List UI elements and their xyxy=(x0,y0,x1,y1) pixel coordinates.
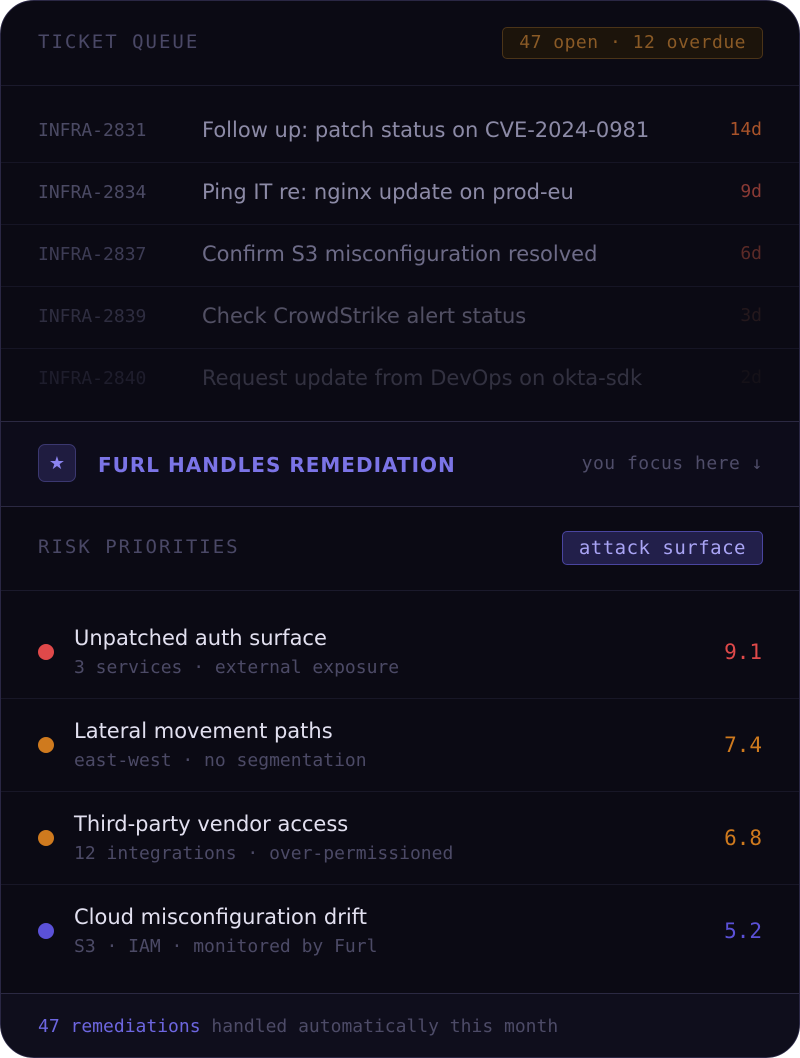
ticket-age: 9d xyxy=(740,181,762,202)
ticket-title: Request update from DevOps on okta-sdk xyxy=(202,366,643,390)
risk-name: Cloud misconfiguration drift xyxy=(74,905,367,929)
risk-score: 7.4 xyxy=(724,733,762,757)
remediation-count: 47 remediations xyxy=(38,1016,201,1037)
risk-meta: S3 · IAM · monitored by Furl xyxy=(74,936,378,957)
ticket-row[interactable]: INFRA-2839 Check CrowdStrike alert statu… xyxy=(1,287,799,349)
risk-score: 6.8 xyxy=(724,826,762,850)
ticket-id: INFRA-2839 xyxy=(38,306,147,327)
ticket-queue-header: TICKET QUEUE 47 open · 12 overdue xyxy=(1,1,799,86)
ticket-id: INFRA-2831 xyxy=(38,120,147,141)
footer-text: 47 remediations handled automatically th… xyxy=(38,1016,558,1037)
ticket-id: INFRA-2840 xyxy=(38,368,147,389)
ticket-title: Check CrowdStrike alert status xyxy=(202,304,527,328)
ticket-row[interactable]: INFRA-2831 Follow up: patch status on CV… xyxy=(1,101,799,163)
ticket-title: Follow up: patch status on CVE-2024-0981 xyxy=(202,118,650,142)
banner-title: FURL HANDLES REMEDIATION xyxy=(98,453,456,477)
ticket-title: Ping IT re: nginx update on prod-eu xyxy=(202,180,574,204)
risk-name: Third-party vendor access xyxy=(74,812,349,836)
risk-item[interactable]: Cloud misconfiguration drift S3 · IAM · … xyxy=(1,885,799,977)
ticket-count-badge: 47 open · 12 overdue xyxy=(502,27,763,59)
security-card: TICKET QUEUE 47 open · 12 overdue INFRA-… xyxy=(0,0,800,1058)
risk-item[interactable]: Unpatched auth surface 3 services · exte… xyxy=(1,606,799,699)
ticket-id: INFRA-2834 xyxy=(38,182,147,203)
risk-meta: east-west · no segmentation xyxy=(74,750,367,771)
ticket-queue-title: TICKET QUEUE xyxy=(38,31,200,53)
risk-meta: 3 services · external exposure xyxy=(74,657,400,678)
risk-item[interactable]: Lateral movement paths east-west · no se… xyxy=(1,699,799,792)
ticket-age: 3d xyxy=(740,305,762,326)
risk-score: 9.1 xyxy=(724,640,762,664)
risk-score: 5.2 xyxy=(724,919,762,943)
ticket-list: INFRA-2831 Follow up: patch status on CV… xyxy=(1,101,799,410)
ticket-id: INFRA-2837 xyxy=(38,244,147,265)
attack-surface-tag[interactable]: attack surface xyxy=(561,531,763,565)
severity-dot xyxy=(38,830,54,846)
star-icon: ★ xyxy=(38,444,76,482)
risk-name: Lateral movement paths xyxy=(74,719,333,743)
furl-remediation-banner: ★ FURL HANDLES REMEDIATION you focus her… xyxy=(1,422,799,507)
risk-name: Unpatched auth surface xyxy=(74,626,327,650)
severity-dot xyxy=(38,923,54,939)
risk-item[interactable]: Third-party vendor access 12 integration… xyxy=(1,792,799,885)
ticket-row[interactable]: INFRA-2840 Request update from DevOps on… xyxy=(1,349,799,410)
severity-dot xyxy=(38,737,54,753)
footer-caption: handled automatically this month xyxy=(200,1016,559,1037)
ticket-age: 2d xyxy=(740,367,762,388)
severity-dot xyxy=(38,644,54,660)
ticket-age: 14d xyxy=(729,119,762,140)
risk-priorities-title: RISK PRIORITIES xyxy=(38,536,240,558)
risk-list: Unpatched auth surface 3 services · exte… xyxy=(1,606,799,977)
ticket-title: Confirm S3 misconfiguration resolved xyxy=(202,242,598,266)
ticket-row[interactable]: INFRA-2837 Confirm S3 misconfiguration r… xyxy=(1,225,799,287)
banner-hint: you focus here ↓ xyxy=(581,453,763,474)
risk-meta: 12 integrations · over-permissioned xyxy=(74,843,454,864)
risk-priorities-header: RISK PRIORITIES attack surface xyxy=(1,507,799,591)
footer-summary: 47 remediations handled automatically th… xyxy=(1,993,799,1057)
ticket-age: 6d xyxy=(740,243,762,264)
ticket-row[interactable]: INFRA-2834 Ping IT re: nginx update on p… xyxy=(1,163,799,225)
